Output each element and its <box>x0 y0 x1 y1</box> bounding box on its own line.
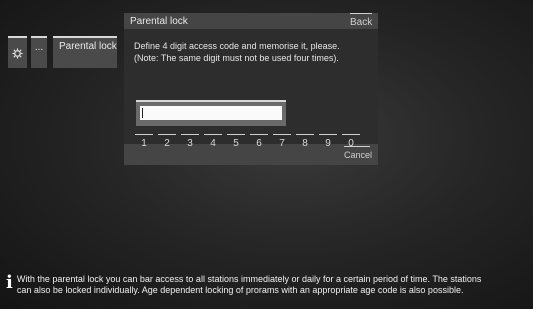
digit-key-7[interactable]: 7 <box>273 134 291 149</box>
digit-key-3[interactable]: 3 <box>181 134 199 149</box>
dialog-title: Parental lock <box>130 16 188 27</box>
digit-keypad: 1 2 3 4 5 6 7 8 9 0 <box>135 134 360 149</box>
parental-lock-dialog: Parental lock Back Define 4 digit access… <box>124 13 378 165</box>
code-entry-panel <box>136 100 286 126</box>
access-code-input[interactable] <box>140 106 282 120</box>
parental-lock-crumb-label: Parental lock <box>59 41 117 52</box>
info-text: With the parental lock you can bar acces… <box>17 274 482 296</box>
parental-lock-crumb[interactable]: Parental lock <box>53 36 117 68</box>
digit-key-5[interactable]: 5 <box>227 134 245 149</box>
info-text-line-1: With the parental lock you can bar acces… <box>16 274 482 284</box>
digit-key-8[interactable]: 8 <box>296 134 314 149</box>
text-caret <box>142 108 143 118</box>
info-bar: i With the parental lock you can bar acc… <box>6 274 526 296</box>
digit-key-1[interactable]: 1 <box>135 134 153 149</box>
more-crumb-label: ... <box>34 42 44 53</box>
gear-icon <box>12 47 23 59</box>
more-crumb[interactable]: ... <box>31 36 47 68</box>
dialog-body: Define 4 digit access code and memorise … <box>124 29 378 149</box>
digit-key-2[interactable]: 2 <box>158 134 176 149</box>
message-line-1: Define 4 digit access code and memorise … <box>134 41 340 51</box>
digit-key-4[interactable]: 4 <box>204 134 222 149</box>
dialog-message: Define 4 digit access code and memorise … <box>134 40 340 64</box>
info-icon: i <box>6 272 13 293</box>
settings-crumb[interactable] <box>8 36 27 68</box>
info-text-line-2: can also be locked individually. Age dep… <box>16 285 464 295</box>
back-button[interactable]: Back <box>350 13 372 28</box>
digit-key-9[interactable]: 9 <box>319 134 337 149</box>
message-line-2: (Note: The same digit must not be used f… <box>134 53 339 63</box>
cancel-button[interactable]: Cancel <box>344 146 372 160</box>
digit-key-6[interactable]: 6 <box>250 134 268 149</box>
